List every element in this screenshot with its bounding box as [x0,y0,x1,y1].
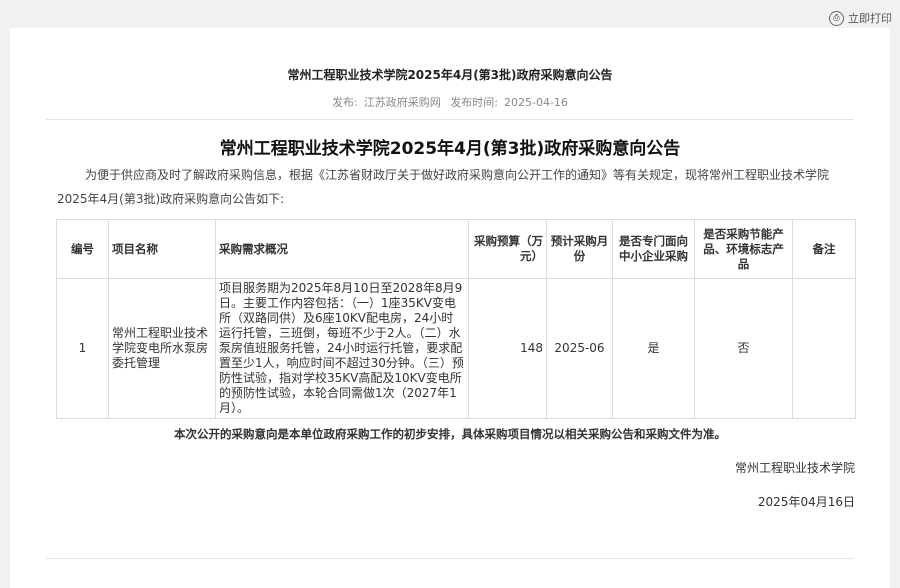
header-no: 编号 [56,219,109,279]
cell-green: 否 [694,278,793,419]
header-sme: 是否专门面向中小企业采购 [612,219,695,279]
time-value: 2025-04-16 [504,96,568,109]
cell-name: 常州工程职业技术学院变电所水泵房委托管理 [108,278,216,419]
signature-org: 常州工程职业技术学院 [734,461,855,475]
header-name: 项目名称 [108,219,216,279]
table-header-row: 编号 项目名称 采购需求概况 采购预算（万元） 预计采购月份 是否专门面向中小企… [56,219,856,279]
header-remark: 备注 [792,219,856,279]
cell-month: 2025-06 [546,278,613,419]
cell-budget: 148 [468,278,547,419]
header-month: 预计采购月份 [546,219,613,279]
print-button[interactable]: ⎙ 立即打印 [829,10,892,26]
header-desc: 采购需求概况 [215,219,469,279]
header-green: 是否采购节能产品、环境标志产品 [694,219,793,279]
header-title: 常州工程职业技术学院2025年4月(第3批)政府采购意向公告 [287,68,613,82]
procurement-table: 编号 项目名称 采购需求概况 采购预算（万元） 预计采购月份 是否专门面向中小企… [56,219,856,419]
article-intro: 为便于供应商及时了解政府采购信息，根据《江苏省财政厅关于做好政府采购意向公开工作… [57,168,830,206]
disclaimer-note: 本次公开的采购意向是本单位政府采购工作的初步安排，具体采购项目情况以相关采购公告… [174,427,726,441]
header-budget: 采购预算（万元） [468,219,547,279]
print-icon: ⎙ [829,10,844,26]
divider [46,119,854,120]
table-row: 1 常州工程职业技术学院变电所水泵房委托管理 项目服务期为2025年8月10日至… [56,278,856,419]
document-paper: 常州工程职业技术学院2025年4月(第3批)政府采购意向公告 发布: 江苏政府采购… [10,28,890,588]
header-meta: 发布: 江苏政府采购网 发布时间: 2025-04-16 [10,94,890,110]
source-value: 江苏政府采购网 [363,96,441,109]
source-label: 发布: [332,96,358,109]
divider [46,558,854,559]
signature-date: 2025年04月16日 [757,495,855,509]
print-label: 立即打印 [848,12,892,25]
article-title: 常州工程职业技术学院2025年4月(第3批)政府采购意向公告 [219,139,681,159]
time-label: 发布时间: [450,96,498,109]
cell-no: 1 [56,278,109,419]
cell-remark [792,278,856,419]
cell-sme: 是 [612,278,695,419]
cell-desc: 项目服务期为2025年8月10日至2028年8月9日。主要工作内容包括：（一）1… [215,278,469,419]
